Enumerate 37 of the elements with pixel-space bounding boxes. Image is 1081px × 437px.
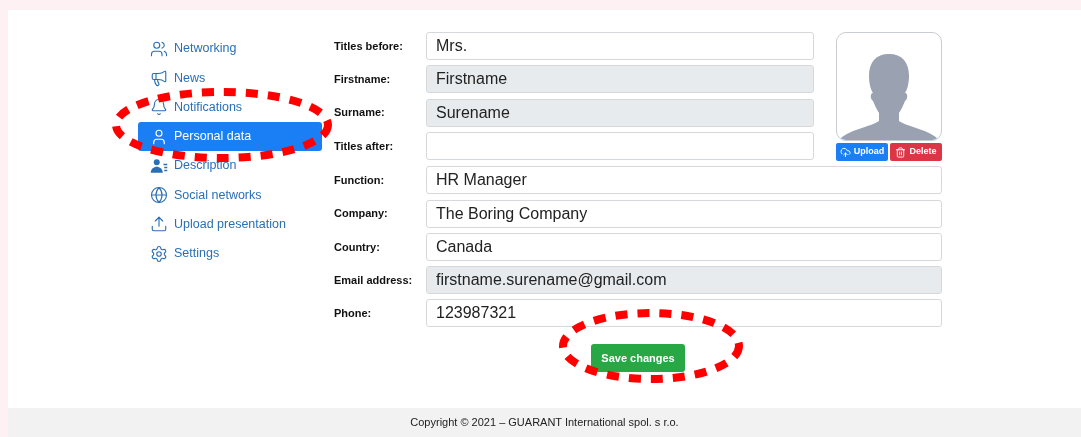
sidebar-item[interactable]: Notifications	[138, 92, 322, 122]
text-field[interactable]: Mrs.	[426, 32, 814, 60]
cloud-upload-icon	[839, 146, 851, 158]
sidebar-item[interactable]: Social networks	[138, 180, 322, 210]
field-label: Phone:	[334, 306, 373, 322]
bell-icon	[150, 98, 168, 117]
text-field[interactable]: 123987321	[426, 299, 942, 328]
sidebar-item[interactable]: Settings	[138, 239, 322, 269]
text-field[interactable]: HR Manager	[426, 166, 942, 195]
delete-button[interactable]: Delete	[890, 143, 942, 161]
text-field[interactable]: The Boring Company	[426, 199, 942, 228]
text-field[interactable]	[426, 131, 814, 160]
trash-icon	[895, 146, 907, 158]
save-button[interactable]: Save changes	[591, 344, 685, 373]
sidebar-item[interactable]: News	[138, 63, 322, 93]
globe-icon	[150, 186, 168, 205]
person-icon	[150, 127, 168, 146]
megaphone-icon	[150, 68, 168, 87]
person-lines-icon	[150, 156, 168, 175]
field-label: Firstname:	[334, 72, 392, 88]
field-label: Surname:	[334, 105, 386, 121]
people-icon	[150, 39, 168, 58]
copyright-text: Copyright © 2021 – GUARANT International spol. s r.o.	[410, 415, 679, 431]
field-label: Email address:	[334, 272, 414, 288]
field-label: Titles before:	[334, 38, 404, 54]
sidebar-item[interactable]: Networking	[138, 34, 322, 64]
field-label: Country:	[334, 239, 381, 255]
field-label: Function:	[334, 173, 386, 189]
sidebar-item[interactable]: Upload presentation	[138, 209, 322, 240]
field-label: Company:	[334, 206, 389, 222]
sidebar-item[interactable]: Personal data	[138, 121, 322, 152]
settings-icon	[150, 244, 168, 263]
field-label: Titles after:	[334, 138, 395, 154]
text-field[interactable]: Canada	[426, 232, 942, 261]
upload-button[interactable]: Upload	[836, 143, 888, 161]
upload-icon	[150, 215, 168, 234]
sidebar-item[interactable]: Description	[138, 151, 322, 181]
